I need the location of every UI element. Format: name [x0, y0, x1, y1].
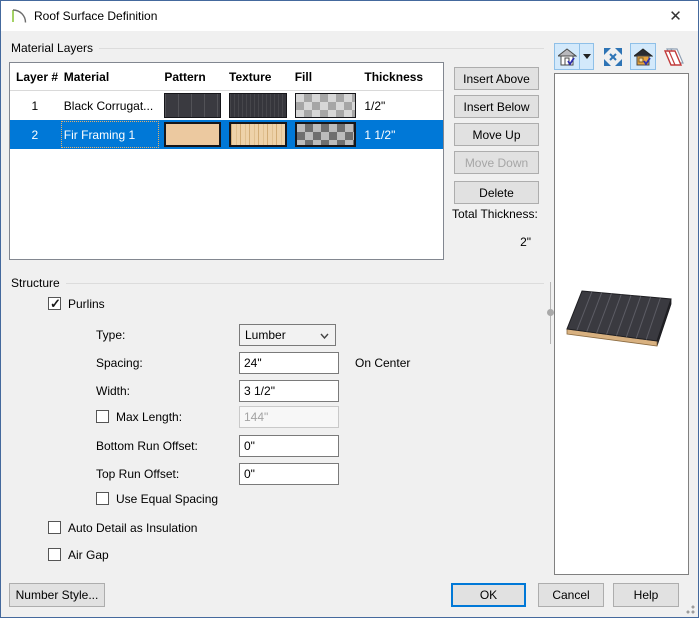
close-icon[interactable]: ✕: [653, 1, 698, 30]
auto-detail-as-insulation-label: Auto Detail as Insulation: [68, 521, 197, 535]
cancel-button[interactable]: Cancel: [538, 583, 604, 607]
layer-number-cell[interactable]: 2: [10, 120, 60, 149]
insert-below-button[interactable]: Insert Below: [454, 95, 539, 118]
type-label: Type:: [96, 328, 125, 342]
resize-grip[interactable]: [684, 603, 695, 614]
material-name-cell[interactable]: Black Corrugat...: [60, 91, 161, 120]
texture-cell[interactable]: [225, 91, 291, 120]
max-length-label: Max Length:: [116, 410, 182, 424]
fill-swatch[interactable]: [295, 93, 357, 118]
spacing-label: Spacing:: [96, 356, 143, 370]
material-layers-label: Material Layers: [11, 41, 93, 55]
standard-views-icon[interactable]: [554, 43, 580, 70]
col-header-pattern: Pattern: [160, 63, 225, 90]
thickness-cell[interactable]: 1/2": [360, 91, 443, 120]
material-layers-table: Layer # Material Pattern Texture Fill Th…: [9, 62, 444, 260]
auto-detail-as-insulation-checkbox[interactable]: [48, 521, 61, 534]
help-button[interactable]: Help: [613, 583, 679, 607]
table-row-selected[interactable]: 2 Fir Framing 1 1 1/2": [10, 120, 443, 149]
number-style-button[interactable]: Number Style...: [9, 583, 105, 607]
structure-label: Structure: [11, 276, 60, 290]
air-gap-checkbox[interactable]: [48, 548, 61, 561]
texture-swatch[interactable]: [229, 93, 287, 118]
type-dropdown-value: Lumber: [245, 328, 286, 342]
move-down-button[interactable]: Move Down: [454, 151, 539, 174]
fill-cell[interactable]: [291, 120, 361, 149]
standard-views-toggle: [554, 43, 594, 70]
layer-display-options-icon[interactable]: [661, 43, 687, 70]
width-label: Width:: [96, 384, 130, 398]
use-equal-spacing-checkbox[interactable]: [96, 492, 109, 505]
air-gap-label: Air Gap: [68, 548, 109, 562]
max-length-input[interactable]: [239, 406, 339, 428]
preview-viewport[interactable]: [554, 73, 689, 575]
top-run-offset-input[interactable]: [239, 463, 339, 485]
use-equal-spacing-label: Use Equal Spacing: [116, 492, 218, 506]
pattern-swatch[interactable]: [164, 93, 221, 118]
purlins-checkbox[interactable]: [48, 297, 61, 310]
top-run-offset-label: Top Run Offset:: [96, 467, 179, 481]
standard-views-dropdown-arrow-icon[interactable]: [580, 43, 594, 70]
max-length-checkbox[interactable]: [96, 410, 109, 423]
col-header-layer: Layer #: [10, 63, 60, 90]
insert-above-button[interactable]: Insert Above: [454, 67, 539, 90]
fill-swatch[interactable]: [295, 122, 357, 147]
type-dropdown[interactable]: Lumber: [239, 324, 336, 346]
delete-button[interactable]: Delete: [454, 181, 539, 204]
color-on-off-icon[interactable]: [630, 43, 656, 70]
table-row[interactable]: 1 Black Corrugat... 1/2": [10, 91, 443, 120]
bottom-run-offset-label: Bottom Run Offset:: [96, 439, 198, 453]
width-input[interactable]: [239, 380, 339, 402]
dialog-title: Roof Surface Definition: [34, 9, 157, 23]
texture-swatch[interactable]: [229, 122, 287, 147]
spacing-input[interactable]: [239, 352, 339, 374]
bottom-run-offset-input[interactable]: [239, 435, 339, 457]
texture-cell[interactable]: [225, 120, 291, 149]
pattern-cell[interactable]: [160, 91, 225, 120]
group-separator: [99, 48, 544, 49]
material-name-cell[interactable]: Fir Framing 1: [60, 120, 161, 149]
purlins-checkbox-label: Purlins: [68, 297, 105, 311]
fill-window-icon[interactable]: [600, 43, 626, 70]
fill-cell[interactable]: [291, 91, 361, 120]
panel-splitter-handle[interactable]: [546, 282, 555, 344]
layer-number-cell[interactable]: 1: [10, 91, 60, 120]
total-thickness-value: 2": [454, 235, 531, 249]
thickness-cell[interactable]: 1 1/2": [360, 120, 443, 149]
titlebar: Roof Surface Definition ✕: [1, 1, 698, 31]
structure-group-header: Structure: [11, 276, 544, 290]
dialog-body: Material Layers Layer # Material Pattern…: [1, 31, 698, 617]
group-separator: [66, 283, 544, 284]
col-header-thickness: Thickness: [360, 63, 443, 90]
roof-panel-3d-preview: [559, 284, 687, 364]
chevron-down-icon: [320, 333, 329, 339]
roof-plan-icon: [10, 8, 27, 25]
col-header-texture: Texture: [225, 63, 291, 90]
splitter-grip-dot: [547, 309, 554, 316]
roof-surface-definition-dialog: Roof Surface Definition ✕ Material Layer…: [0, 0, 699, 618]
ok-button[interactable]: OK: [451, 583, 526, 607]
pattern-cell[interactable]: [160, 120, 225, 149]
pattern-swatch[interactable]: [164, 122, 221, 147]
col-header-fill: Fill: [291, 63, 361, 90]
total-thickness-label: Total Thickness:: [452, 207, 538, 221]
move-up-button[interactable]: Move Up: [454, 123, 539, 146]
on-center-label: On Center: [355, 356, 410, 370]
material-layers-group-header: Material Layers: [11, 41, 544, 55]
col-header-material: Material: [60, 63, 161, 90]
table-header-row: Layer # Material Pattern Texture Fill Th…: [10, 63, 443, 91]
